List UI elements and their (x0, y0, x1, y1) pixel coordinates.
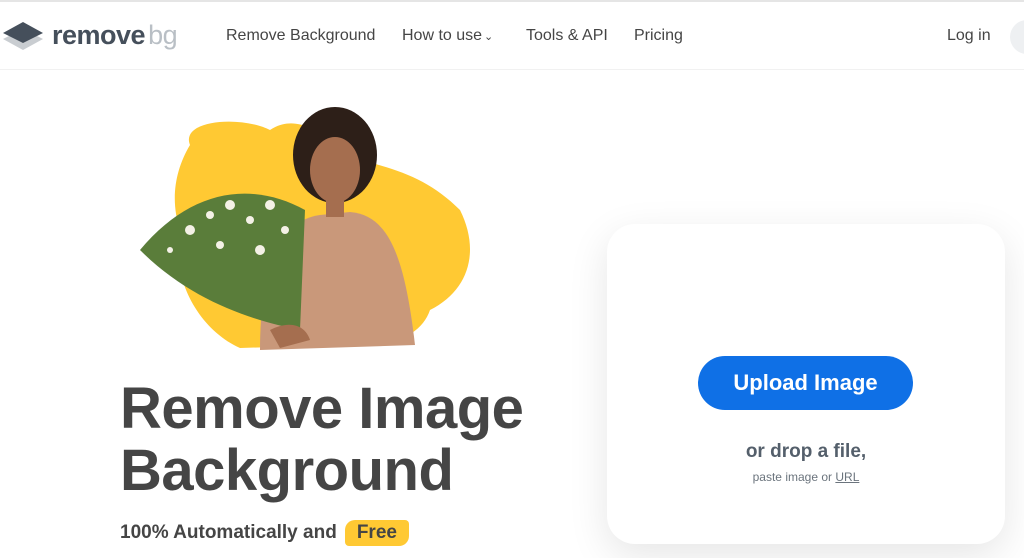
nav-pricing[interactable]: Pricing (634, 27, 683, 45)
subtitle-text: 100% Automatically and (120, 522, 337, 543)
signup-button[interactable] (1010, 20, 1024, 54)
login-link[interactable]: Log in (947, 27, 991, 45)
free-badge: Free (344, 520, 409, 546)
upload-image-button[interactable]: Upload Image (698, 356, 913, 410)
hero-image (140, 107, 470, 350)
drop-file-text: or drop a file, (745, 441, 867, 462)
logo[interactable]: remove bg (2, 20, 178, 51)
page-title: Remove Image Background (120, 376, 524, 503)
nav-tools-api[interactable]: Tools & API (526, 27, 608, 45)
hero-subtitle: 100% Automatically and Free (120, 520, 409, 546)
top-nav: remove bg Remove Background How to use ⌄ T… (0, 2, 1024, 70)
url-link[interactable]: URL (835, 470, 859, 484)
logo-text: remove bg (52, 20, 178, 50)
nav-remove-background[interactable]: Remove Background (226, 27, 375, 45)
logo-icon (3, 21, 43, 50)
paste-hint: paste image or URL (752, 470, 860, 484)
nav-how-to-use[interactable]: How to use ⌄ (402, 27, 493, 45)
chevron-down-icon: ⌄ (484, 31, 494, 43)
upload-card[interactable]: Upload Image or drop a file, paste image… (607, 224, 1005, 544)
